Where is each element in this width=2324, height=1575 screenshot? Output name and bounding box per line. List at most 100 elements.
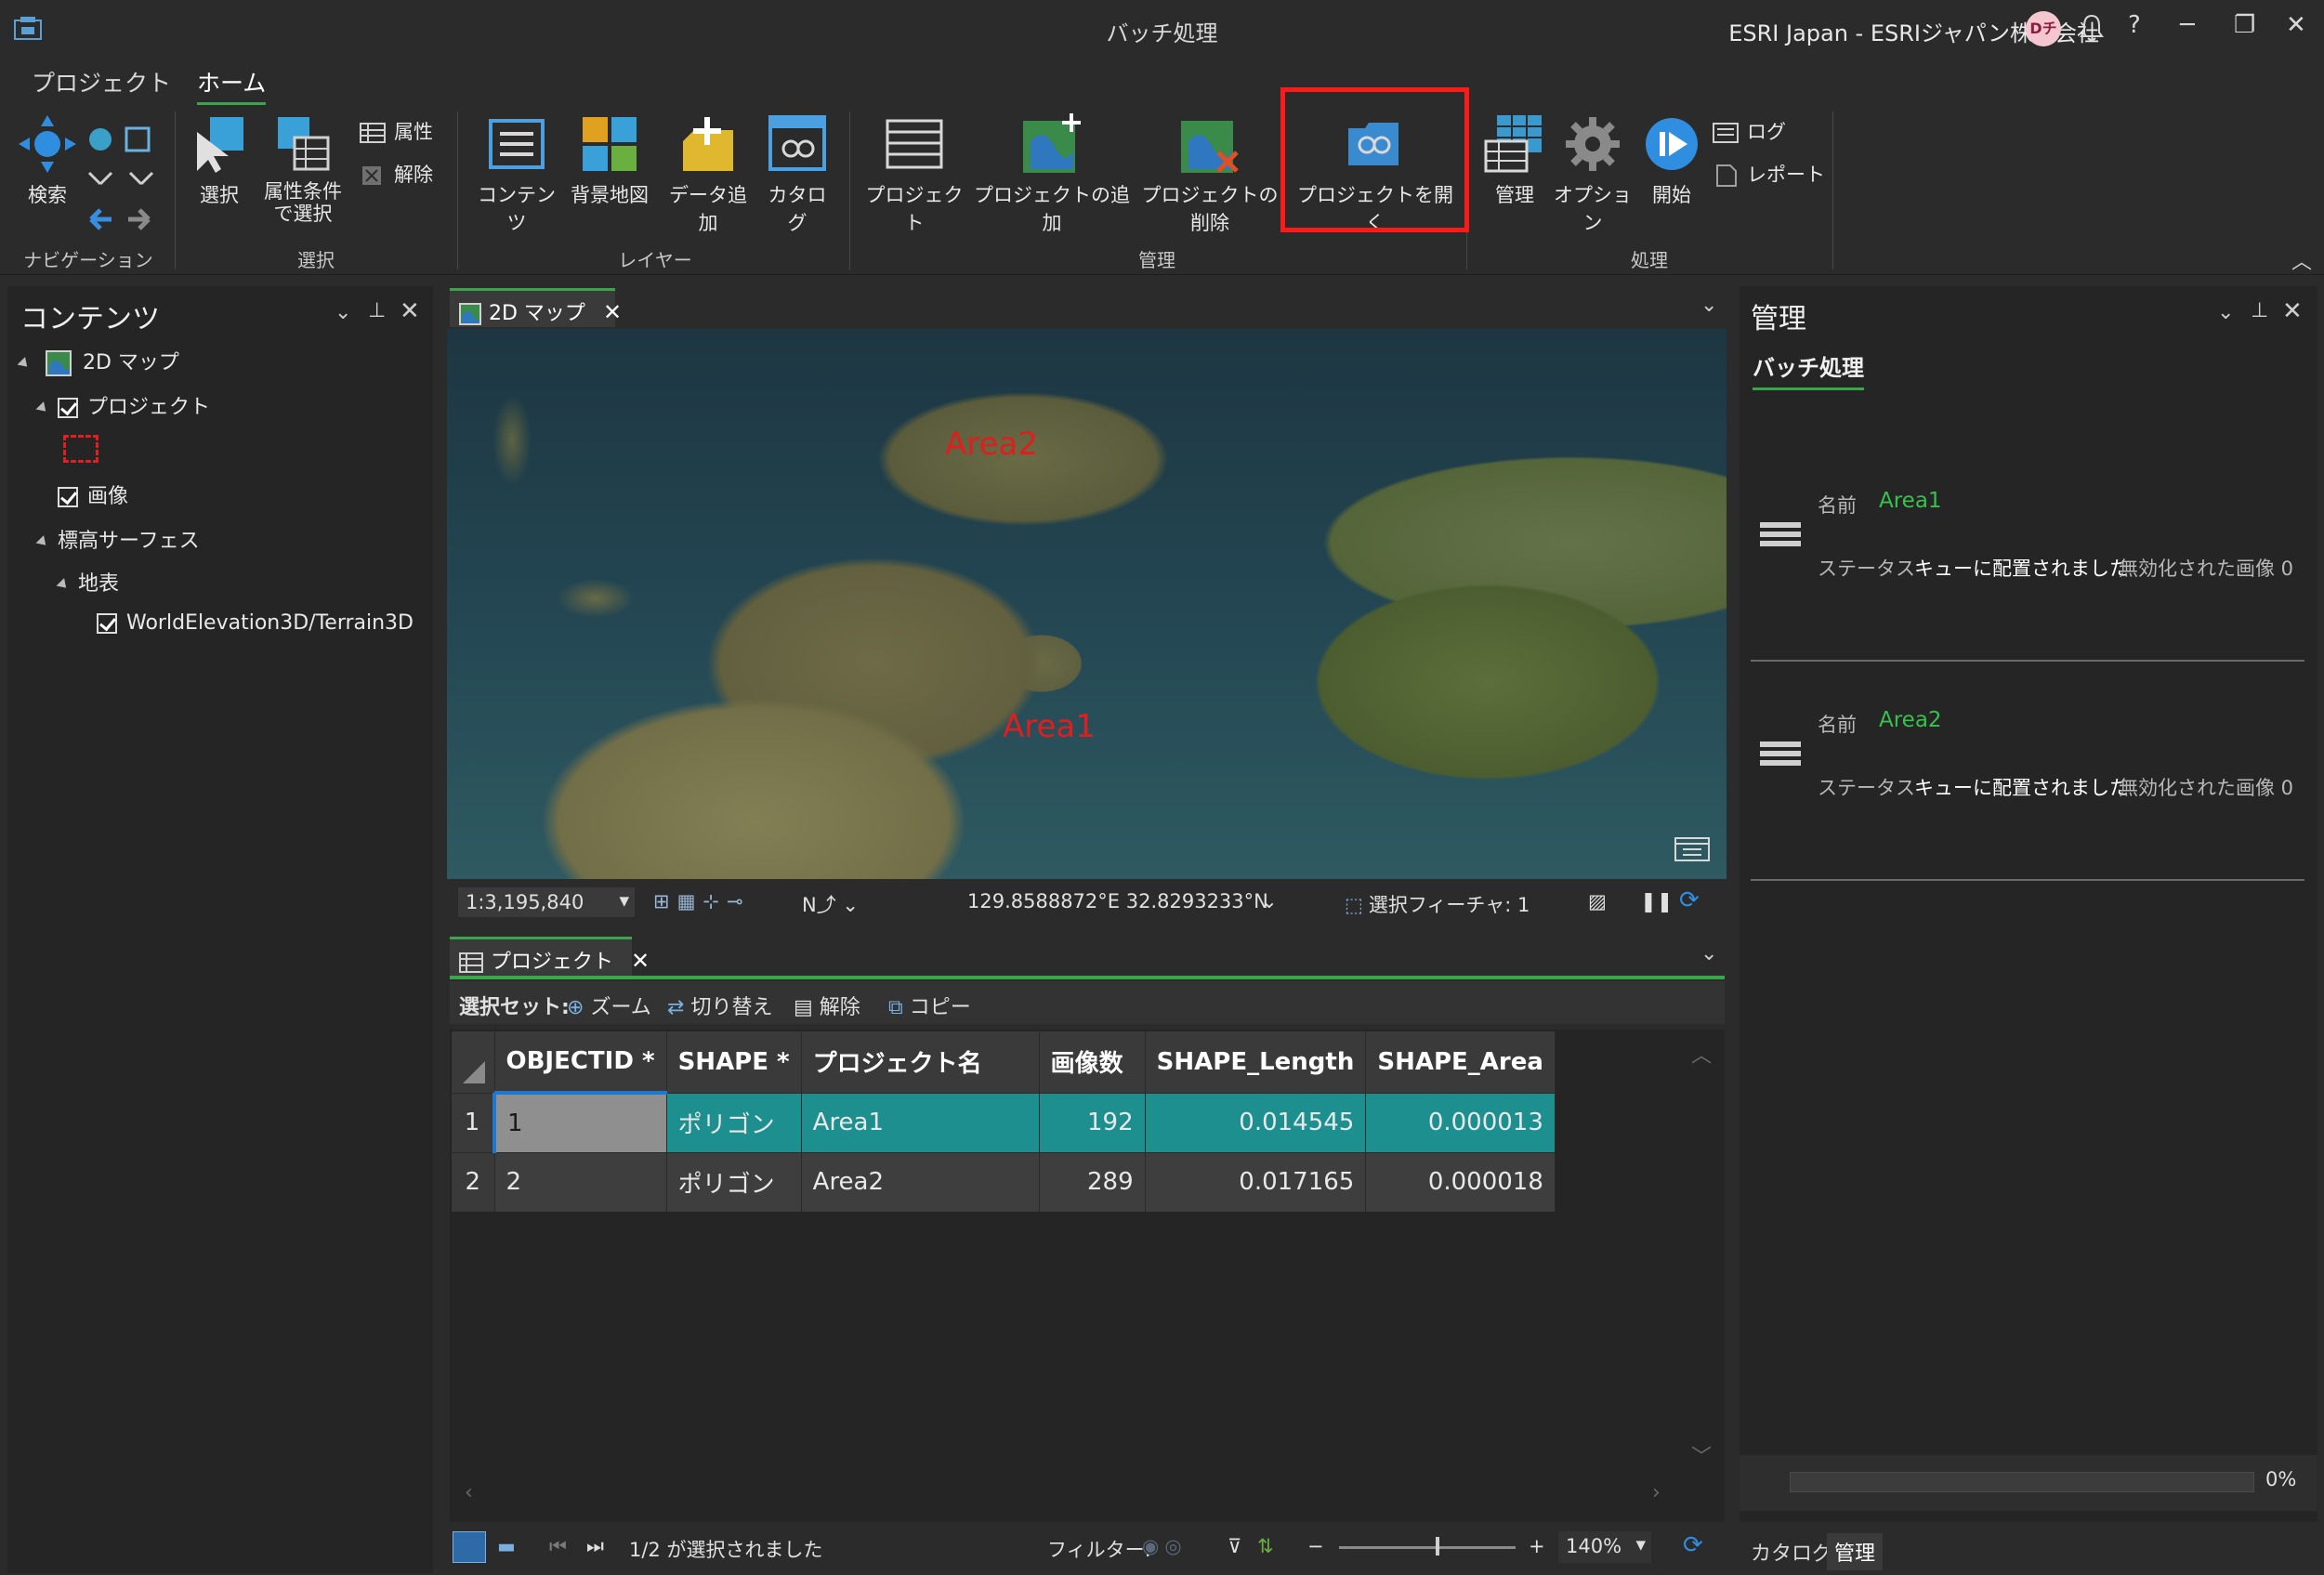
tree-item-project-layer[interactable]: プロジェクト xyxy=(35,390,210,420)
select-all-corner[interactable] xyxy=(452,1031,495,1093)
select-button[interactable]: 選択 xyxy=(191,113,247,208)
zoom-to-selection-button[interactable]: ⊕ ズーム xyxy=(567,991,651,1020)
expand-icon[interactable] xyxy=(56,577,71,592)
sort-icon[interactable]: ⇅ xyxy=(1257,1535,1274,1557)
project-button[interactable]: プロジェクト xyxy=(862,113,966,236)
drag-handle-icon[interactable] xyxy=(1760,742,1801,747)
visibility-checkbox[interactable] xyxy=(58,487,78,507)
filter-icon[interactable]: ⊽ xyxy=(1228,1535,1241,1557)
expand-icon[interactable] xyxy=(35,400,50,415)
start-button[interactable]: 開始 xyxy=(1643,113,1700,208)
avatar[interactable]: Dチ xyxy=(2026,11,2061,46)
tab-home[interactable]: ホーム xyxy=(197,65,267,105)
notification-bell-icon[interactable] xyxy=(2078,13,2106,43)
collapse-ribbon-icon[interactable]: ︿ xyxy=(2291,245,2312,275)
visibility-checkbox[interactable] xyxy=(58,398,78,418)
table-refresh-icon[interactable]: ⟳ xyxy=(1683,1531,1703,1559)
tab-map-view[interactable]: 2D マップ ✕ xyxy=(450,288,622,327)
attributes-button[interactable]: 属性 xyxy=(359,117,433,145)
table-view-menu-icon[interactable]: ⌄ xyxy=(1700,942,1717,965)
visibility-checkbox[interactable] xyxy=(97,613,117,634)
zoom-level-selector[interactable]: 140% ▾ xyxy=(1558,1531,1651,1563)
last-record-icon[interactable]: ⏭ xyxy=(586,1535,604,1558)
zoom-in-icon[interactable]: + xyxy=(1529,1535,1545,1557)
map-tab-close-icon[interactable]: ✕ xyxy=(603,299,622,325)
column-header-shape-length[interactable]: SHAPE_Length xyxy=(1145,1031,1367,1093)
cell-image-count[interactable]: 289 xyxy=(1039,1151,1146,1212)
cell-project-name[interactable]: Area2 xyxy=(801,1151,1040,1212)
report-button[interactable]: レポート xyxy=(1712,160,1825,188)
show-selected-records-icon[interactable]: ▬ xyxy=(497,1535,516,1557)
cell-objectid[interactable]: 1 xyxy=(494,1092,667,1152)
zoom-slider-handle[interactable] xyxy=(1436,1537,1439,1555)
scroll-left-icon[interactable]: ‹ xyxy=(465,1481,473,1504)
restore-button[interactable]: ❐ xyxy=(2234,11,2255,39)
overview-icon[interactable] xyxy=(1674,831,1711,862)
remove-project-button[interactable]: プロジェクトの削除 xyxy=(1136,113,1284,236)
pin-icon[interactable]: ⊥ xyxy=(368,299,386,322)
cell-shape-area[interactable]: 0.000013 xyxy=(1365,1092,1556,1152)
row-number[interactable]: 2 xyxy=(452,1151,495,1212)
north-arrow-icon[interactable]: N⤴ ⌄ xyxy=(802,890,859,918)
tree-item-map[interactable]: 2D マップ xyxy=(17,346,179,376)
search-button[interactable]: 検索 xyxy=(15,113,80,208)
scroll-right-icon[interactable]: › xyxy=(1652,1481,1661,1504)
filter-options-icon[interactable]: ◉◎ xyxy=(1142,1535,1188,1557)
map-tools-icon[interactable]: ⊞▦⊹⊸ xyxy=(653,890,751,912)
tab-project[interactable]: プロジェクト xyxy=(32,65,171,98)
scroll-down-icon[interactable]: ﹀ xyxy=(1691,1440,1712,1470)
column-header-objectid[interactable]: OBJECTID * xyxy=(494,1031,667,1095)
pane-close-icon[interactable]: ✕ xyxy=(400,297,420,325)
expand-icon[interactable] xyxy=(35,534,50,549)
cell-project-name[interactable]: Area1 xyxy=(801,1092,1040,1152)
job-item-area2[interactable]: 名前 Area2 ステータス キューに配置されました 無効化された画像 0 xyxy=(1751,667,2304,881)
options-button[interactable]: オプション xyxy=(1548,113,1637,236)
cell-image-count[interactable]: 192 xyxy=(1039,1092,1146,1152)
column-header-shape-area[interactable]: SHAPE_Area xyxy=(1365,1031,1556,1093)
map-canvas[interactable]: Area2 Area1 xyxy=(447,329,1727,879)
table-tab-close-icon[interactable]: ✕ xyxy=(631,948,650,974)
column-header-shape[interactable]: SHAPE * xyxy=(666,1031,802,1093)
tree-item-ground[interactable]: 地表 xyxy=(56,567,119,597)
clear-selection-button[interactable]: 解除 xyxy=(359,160,433,188)
tab-batch-processing[interactable]: バッチ処理 xyxy=(1753,349,1864,390)
row-number[interactable]: 1 xyxy=(452,1092,496,1152)
coordinates-menu-icon[interactable]: ⌄ xyxy=(1261,890,1278,912)
add-project-button[interactable]: プロジェクトの追加 xyxy=(970,113,1134,236)
navigation-tools-icon[interactable] xyxy=(84,117,158,238)
add-data-button[interactable]: データ追加 xyxy=(662,113,755,236)
drag-handle-icon[interactable] xyxy=(1760,522,1801,528)
refresh-grid-icon[interactable]: ▨ xyxy=(1588,890,1607,912)
cell-shape-area[interactable]: 0.000018 xyxy=(1365,1151,1556,1212)
minimize-button[interactable]: ─ xyxy=(2180,11,2195,39)
bottom-tab-manage[interactable]: 管理 xyxy=(1827,1533,1884,1570)
expand-icon[interactable] xyxy=(17,356,32,371)
catalog-button[interactable]: カタログ xyxy=(760,113,834,236)
first-record-icon[interactable]: ⏮ xyxy=(549,1535,567,1558)
table-row[interactable]: 1 1 ポリゴン Area1 192 0.014545 0.000013 xyxy=(452,1092,1556,1152)
copy-button[interactable]: ⧉ コピー xyxy=(888,991,971,1020)
cell-shape[interactable]: ポリゴン xyxy=(666,1151,802,1212)
manage-pin-icon[interactable]: ⊥ xyxy=(2251,299,2268,322)
cell-shape-length[interactable]: 0.014545 xyxy=(1145,1092,1367,1152)
cell-shape-length[interactable]: 0.017165 xyxy=(1145,1151,1367,1212)
cell-objectid[interactable]: 2 xyxy=(494,1151,667,1212)
close-button[interactable]: ✕ xyxy=(2286,11,2306,39)
scroll-up-icon[interactable]: ︿ xyxy=(1691,1039,1712,1069)
contents-button[interactable]: コンテンツ xyxy=(474,113,559,236)
view-menu-icon[interactable]: ⌄ xyxy=(1700,294,1717,317)
show-all-records-button[interactable] xyxy=(453,1531,486,1563)
tree-item-terrain[interactable]: WorldElevation3D/Terrain3D xyxy=(97,611,414,635)
selected-features-button[interactable]: ⬚ 選択フィーチャ: 1 xyxy=(1345,890,1530,918)
select-by-attributes-button[interactable]: 属性条件 で選択 xyxy=(258,113,348,225)
help-icon[interactable]: ? xyxy=(2128,11,2141,39)
scale-selector[interactable]: 1:3,195,840 ▾ xyxy=(458,887,635,917)
pane-menu-icon[interactable]: ⌄ xyxy=(335,301,351,324)
tab-table-view[interactable]: プロジェクト ✕ xyxy=(450,937,650,976)
tree-item-elevation[interactable]: 標高サーフェス xyxy=(35,524,200,554)
log-button[interactable]: ログ xyxy=(1712,117,1786,145)
column-header-image-count[interactable]: 画像数 xyxy=(1039,1031,1146,1093)
bottom-tab-catalog[interactable]: カタログ xyxy=(1743,1533,1840,1570)
job-item-area1[interactable]: 名前 Area1 ステータス キューに配置されました 無効化された画像 0 xyxy=(1751,448,2304,662)
clear-selection-table-button[interactable]: ▤ 解除 xyxy=(794,991,860,1020)
